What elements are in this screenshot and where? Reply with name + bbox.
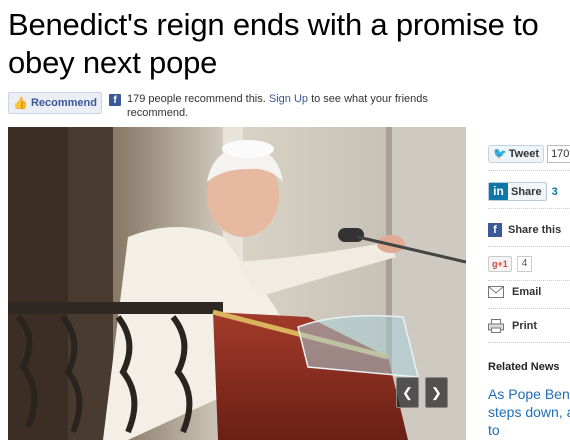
recommend-count-text: 179 people recommend this. Sign Up to se… bbox=[127, 92, 467, 120]
recommend-count: 179 people recommend this. bbox=[127, 93, 266, 105]
googleplus-button[interactable]: g+1 bbox=[488, 255, 512, 272]
printer-icon bbox=[488, 318, 504, 333]
print-label: Print bbox=[512, 319, 538, 332]
tweet-count: 170 bbox=[547, 144, 570, 163]
linkedin-icon: in bbox=[489, 183, 508, 200]
facebook-recommend-bar: 👍 Recommend f 179 people recommend this.… bbox=[8, 92, 568, 122]
email-label: Email bbox=[512, 285, 542, 298]
twitter-bird-icon: 🐦 bbox=[493, 148, 507, 160]
related-news-heading: Related News bbox=[488, 361, 560, 373]
linkedin-share-label: Share bbox=[511, 185, 542, 198]
related-news-link-text: As Pope Benedict steps down, asks U.N. t… bbox=[488, 386, 570, 438]
previous-photo-button[interactable]: ❮ bbox=[396, 377, 419, 408]
thumbs-up-icon: 👍 bbox=[13, 96, 28, 110]
facebook-share-row[interactable]: f Share this bbox=[488, 213, 570, 247]
next-photo-button[interactable]: ❯ bbox=[425, 377, 448, 408]
recommend-button[interactable]: 👍 Recommend bbox=[8, 92, 102, 114]
related-news-link[interactable]: As Pope Benedict steps down, asks U.N. t… bbox=[488, 385, 570, 439]
envelope-icon bbox=[488, 285, 504, 298]
email-row[interactable]: Email bbox=[488, 275, 570, 309]
article-headline: Benedict's reign ends with a promise to … bbox=[8, 7, 539, 80]
linkedin-row: in Share 3 bbox=[488, 175, 570, 209]
facebook-icon: f bbox=[109, 94, 121, 106]
recommend-button-label: Recommend bbox=[30, 97, 97, 109]
linkedin-share-button[interactable]: in Share bbox=[488, 182, 547, 201]
print-row[interactable]: Print bbox=[488, 309, 570, 343]
tweet-label: Tweet bbox=[508, 147, 540, 160]
tweet-row: 🐦 Tweet 170 bbox=[488, 137, 570, 171]
linkedin-count: 3 bbox=[551, 185, 558, 198]
googleplus-count: 4 bbox=[516, 255, 533, 272]
share-sidebar: 🐦 Tweet 170 in Share 3 f Share this g+1 … bbox=[488, 127, 570, 440]
tweet-button[interactable]: 🐦 Tweet bbox=[488, 144, 545, 163]
facebook-share-icon: f bbox=[488, 222, 502, 237]
signup-link[interactable]: Sign Up bbox=[269, 93, 308, 105]
facebook-share-label: Share this bbox=[508, 223, 562, 236]
